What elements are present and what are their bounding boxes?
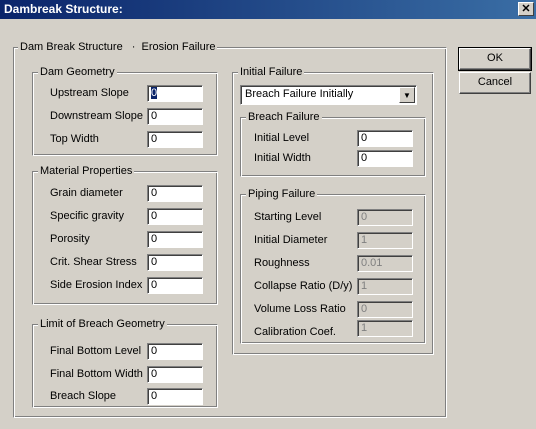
top-width-label: Top Width	[50, 133, 99, 145]
dam-geometry-legend: Dam Geometry	[38, 66, 117, 79]
close-icon[interactable]: ✕	[518, 2, 534, 16]
failure-mode-dropdown[interactable]: Breach Failure Initially ▼	[240, 85, 417, 105]
specific-gravity-label: Specific gravity	[50, 210, 124, 222]
collapse-ratio-field[interactable]: 1	[357, 278, 413, 295]
downstream-slope-label: Downstream Slope	[50, 110, 143, 122]
collapse-ratio-label: Collapse Ratio (D/y)	[254, 280, 353, 292]
calibration-coef-label: Calibration Coef.	[254, 326, 336, 338]
volume-loss-ratio-field[interactable]: 0	[357, 301, 413, 318]
cancel-button[interactable]: Cancel	[459, 72, 531, 94]
side-erosion-index-field[interactable]: 0	[147, 277, 203, 294]
tab-strip: Dam Break Structure · Erosion Failure	[18, 41, 218, 54]
failure-mode-value: Breach Failure Initially	[245, 88, 354, 100]
roughness-label: Roughness	[254, 257, 310, 269]
ok-button[interactable]: OK	[458, 47, 532, 71]
material-properties-legend: Material Properties	[38, 165, 135, 178]
top-width-field[interactable]: 0	[147, 131, 203, 148]
title-bar: Dambreak Structure: ✕	[0, 0, 536, 19]
roughness-field[interactable]: 0.01	[357, 255, 413, 272]
upstream-slope-label: Upstream Slope	[50, 87, 129, 99]
final-bottom-width-field[interactable]: 0	[147, 366, 203, 383]
crit-shear-stress-field[interactable]: 0	[147, 254, 203, 271]
starting-level-field[interactable]: 0	[357, 209, 413, 226]
porosity-field[interactable]: 0	[147, 231, 203, 248]
limit-breach-geometry-legend: Limit of Breach Geometry	[38, 318, 167, 331]
final-bottom-level-label: Final Bottom Level	[50, 345, 142, 357]
initial-diameter-field[interactable]: 1	[357, 232, 413, 249]
specific-gravity-field[interactable]: 0	[147, 208, 203, 225]
crit-shear-stress-label: Crit. Shear Stress	[50, 256, 137, 268]
downstream-slope-field[interactable]: 0	[147, 108, 203, 125]
final-bottom-width-label: Final Bottom Width	[50, 368, 143, 380]
final-bottom-level-field[interactable]: 0	[147, 343, 203, 360]
starting-level-label: Starting Level	[254, 211, 322, 223]
upstream-slope-field[interactable]: 0	[147, 85, 203, 102]
breach-slope-label: Breach Slope	[50, 390, 117, 402]
breach-slope-field[interactable]: 0	[147, 388, 203, 405]
calibration-coef-field[interactable]: 1	[357, 320, 413, 337]
breach-failure-group	[240, 117, 426, 177]
volume-loss-ratio-label: Volume Loss Ratio	[254, 303, 346, 315]
initial-level-field[interactable]: 0	[357, 130, 413, 147]
tab-erosion-failure[interactable]: Erosion Failure	[142, 41, 216, 53]
chevron-down-icon[interactable]: ▼	[399, 87, 415, 103]
side-erosion-index-label: Side Erosion Index	[50, 279, 143, 291]
grain-diameter-label: Grain diameter	[50, 187, 123, 199]
piping-failure-legend: Piping Failure	[246, 188, 318, 201]
initial-width-label: Initial Width	[254, 152, 311, 164]
breach-failure-legend: Breach Failure	[246, 111, 322, 124]
tab-separator: ·	[131, 41, 136, 53]
initial-failure-legend: Initial Failure	[238, 66, 305, 79]
grain-diameter-field[interactable]: 0	[147, 185, 203, 202]
initial-diameter-label: Initial Diameter	[254, 234, 328, 246]
porosity-label: Porosity	[50, 233, 90, 245]
initial-width-field[interactable]: 0	[357, 150, 413, 167]
window-title: Dambreak Structure:	[4, 2, 123, 16]
tab-dam-break-structure[interactable]: Dam Break Structure	[20, 41, 123, 53]
initial-level-label: Initial Level	[254, 132, 310, 144]
